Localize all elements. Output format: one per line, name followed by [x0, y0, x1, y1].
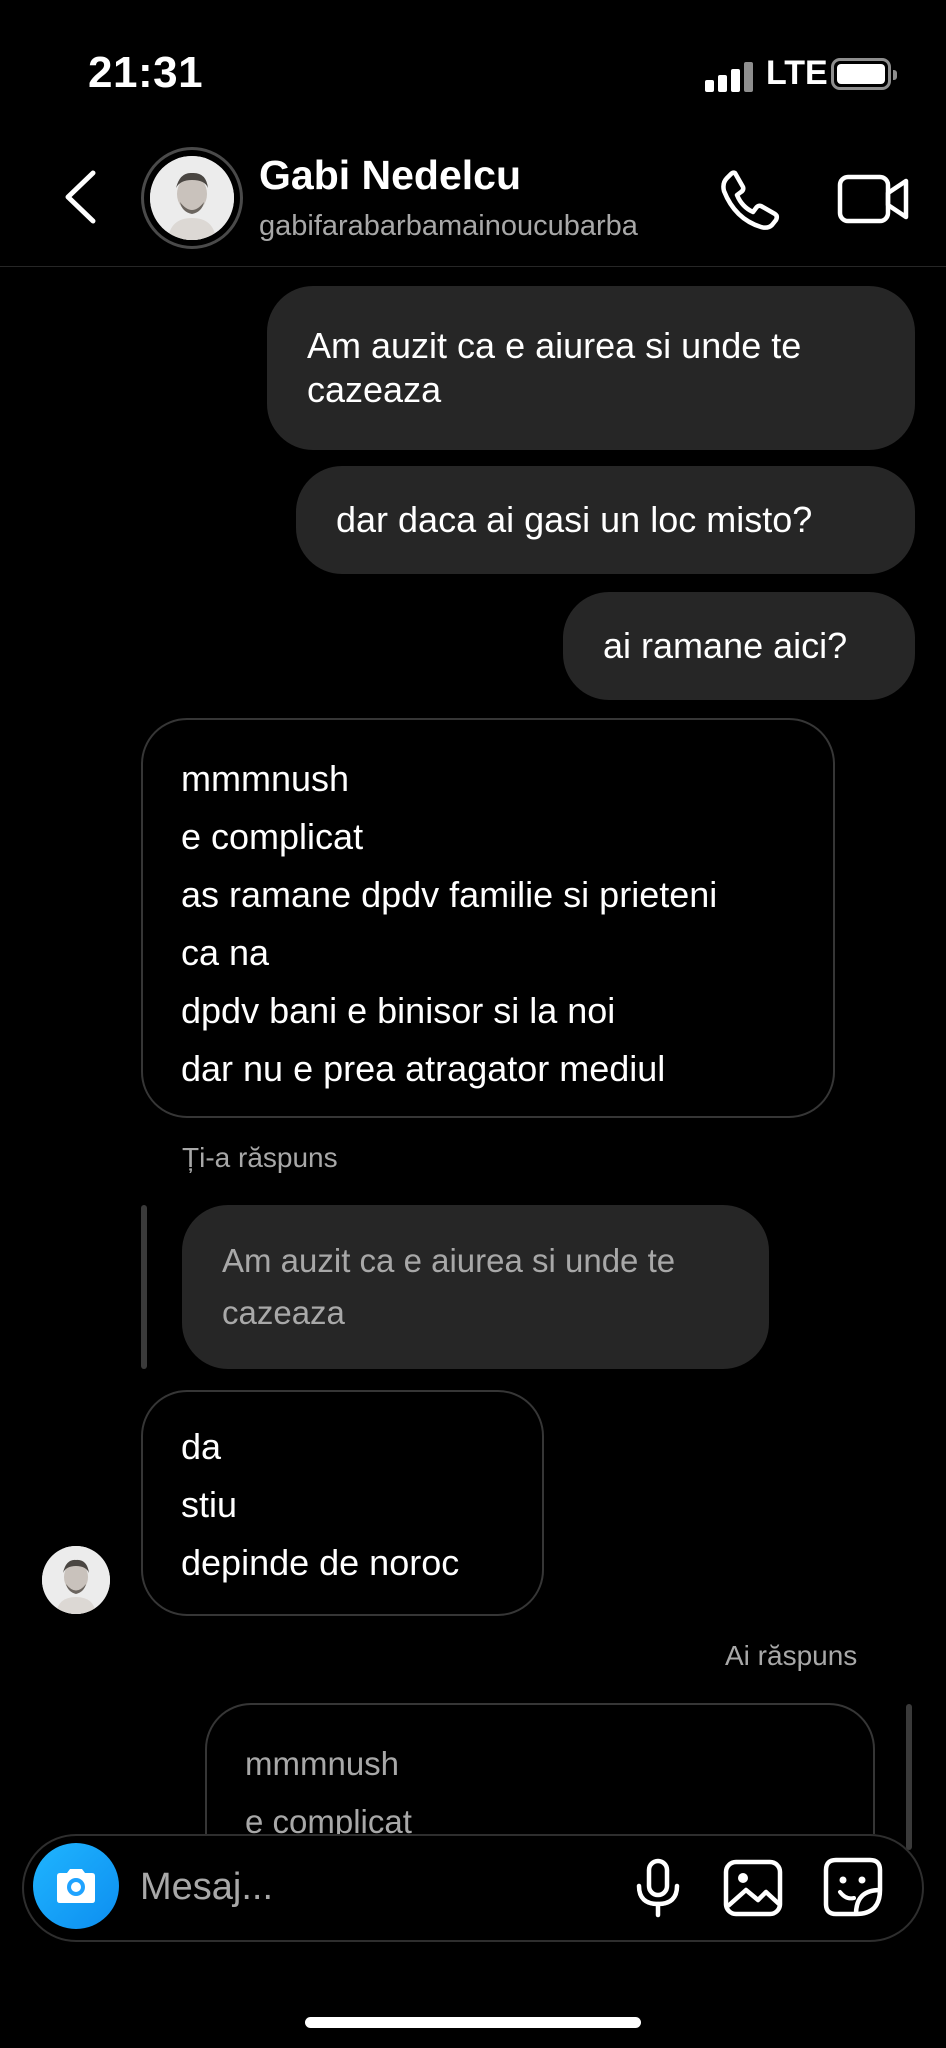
message-received[interactable]: mmmnush e complicat as ramane dpdv famil…: [141, 718, 835, 1118]
image-icon: [723, 1859, 783, 1917]
microphone-icon: [636, 1858, 680, 1918]
sticker-icon: [823, 1857, 883, 1917]
message-line: dar nu e prea atragator mediul: [181, 1048, 666, 1089]
message-line: ca na: [181, 932, 270, 973]
message-line: e complicat: [181, 816, 364, 857]
battery-icon: [831, 58, 897, 90]
message-line: cazeaza: [307, 369, 442, 410]
message-line: stiu: [181, 1484, 238, 1525]
gallery-button[interactable]: [722, 1858, 784, 1918]
video-call-button[interactable]: [836, 165, 912, 233]
message-received[interactable]: da stiu depinde de noroc: [141, 1390, 544, 1616]
contact-name[interactable]: Gabi Nedelcu: [259, 152, 521, 199]
reply-indicator-bar: [141, 1205, 147, 1369]
message-sent[interactable]: dar daca ai gasi un loc misto?: [296, 466, 915, 574]
voice-message-button[interactable]: [630, 1858, 686, 1918]
message-line: da: [181, 1426, 222, 1467]
network-type: LTE: [766, 54, 828, 92]
phone-icon: [721, 170, 780, 230]
message-line: mmmnush: [181, 758, 350, 799]
audio-call-button[interactable]: [715, 165, 783, 233]
status-time: 21:31: [88, 48, 204, 97]
camera-icon: [57, 1869, 95, 1903]
message-sent[interactable]: ai ramane aici?: [563, 592, 915, 700]
quoted-line: cazeaza: [222, 1294, 345, 1331]
quoted-message[interactable]: mmmnush e complicat: [205, 1703, 875, 1834]
message-line: ai ramane aici?: [603, 625, 848, 667]
sender-avatar[interactable]: [42, 1546, 110, 1614]
header-divider: [0, 266, 946, 267]
message-line: dar daca ai gasi un loc misto?: [336, 499, 813, 541]
message-line: as ramane dpdv familie si prieteni: [181, 874, 718, 915]
quoted-line: mmmnush: [245, 1745, 400, 1782]
reply-indicator-bar: [906, 1704, 912, 1850]
quoted-message[interactable]: Am auzit ca e aiurea si unde te cazeaza: [182, 1205, 769, 1369]
message-sent[interactable]: Am auzit ca e aiurea si unde te cazeaza: [267, 286, 915, 450]
reply-label: Ai răspuns: [725, 1640, 858, 1671]
video-camera-icon: [837, 174, 909, 224]
contact-username[interactable]: gabifarabarbamainoucubarba: [259, 210, 638, 243]
quoted-line: e complicat: [245, 1803, 412, 1834]
reply-label: Ți-a răspuns: [182, 1142, 338, 1173]
quoted-line: Am auzit ca e aiurea si unde te: [222, 1242, 676, 1279]
camera-button[interactable]: [33, 1843, 119, 1929]
contact-avatar[interactable]: [141, 147, 243, 249]
avatar-photo: [150, 156, 234, 240]
chevron-left-icon: [65, 170, 96, 224]
back-button[interactable]: [55, 165, 105, 229]
message-input[interactable]: [140, 1858, 600, 1916]
home-indicator[interactable]: [305, 2017, 641, 2028]
message-line: Am auzit ca e aiurea si unde te: [307, 325, 802, 367]
signal-strength-icon: [705, 62, 755, 92]
sticker-button[interactable]: [822, 1856, 884, 1918]
message-line: depinde de noroc: [181, 1542, 460, 1583]
message-line: dpdv bani e binisor si la noi: [181, 990, 616, 1031]
